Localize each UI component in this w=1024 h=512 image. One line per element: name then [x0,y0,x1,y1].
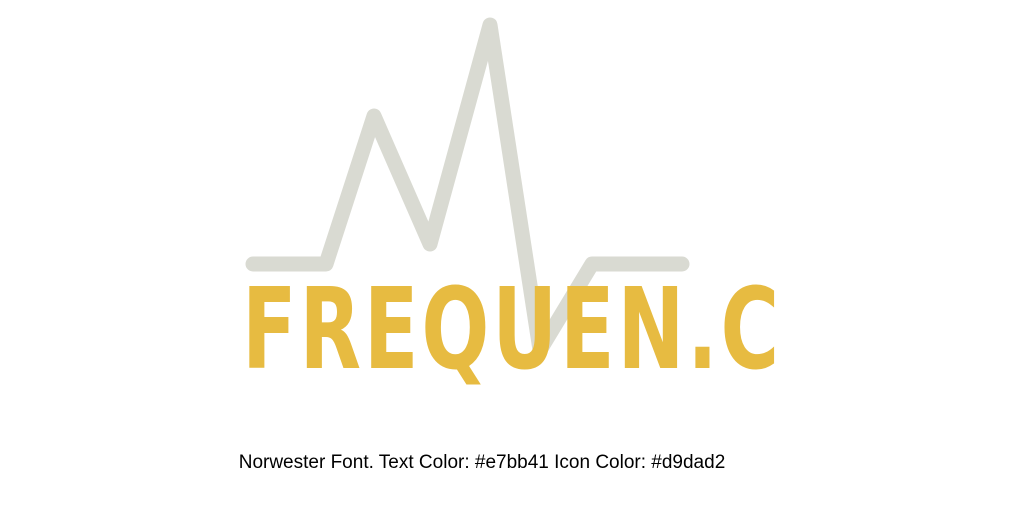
logo-wordmark: FREQUEN.C [242,265,782,395]
caption-text: Norwester Font. Text Color: #e7bb41 Icon… [238,452,726,473]
logo-canvas: FREQUEN.C [242,17,782,395]
